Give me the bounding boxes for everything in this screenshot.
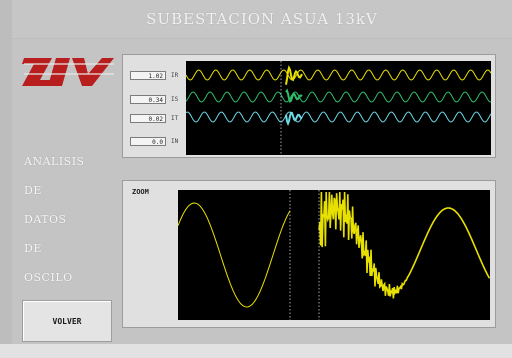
- back-button[interactable]: VOLVER: [22, 300, 112, 342]
- channel-ir-tag: IR: [171, 72, 179, 79]
- side-menu: ANALISIS DE DATOS DE OSCILO: [24, 155, 85, 300]
- channel-it[interactable]: 0.02 IT: [130, 114, 182, 124]
- channel-it-tag: IT: [171, 115, 179, 122]
- channel-ir[interactable]: 1.02 IR: [130, 71, 182, 81]
- channel-in[interactable]: 0.0 IN: [130, 137, 182, 147]
- menu-text-analisis: ANALISIS: [24, 155, 85, 168]
- channel-in-tag: IN: [171, 138, 179, 145]
- menu-text-datos: DATOS: [24, 213, 67, 226]
- overview-oscilloscope[interactable]: [186, 61, 491, 155]
- channel-it-value: 0.02: [130, 114, 166, 123]
- status-strip: [0, 344, 512, 358]
- menu-text-oscilo: OSCILO: [24, 271, 73, 284]
- channel-is-tag: IS: [171, 96, 179, 103]
- channel-is[interactable]: 0.34 IS: [130, 95, 182, 105]
- zoom-oscilloscope[interactable]: [178, 190, 490, 320]
- ziv-logo: [22, 58, 114, 86]
- left-border: [0, 0, 12, 358]
- zoom-label: ZOOM: [132, 188, 149, 196]
- channel-in-value: 0.0: [130, 137, 166, 146]
- window-title: SUBESTACION ASUA 13kV: [12, 0, 512, 39]
- menu-text-de-2: DE: [24, 242, 42, 255]
- menu-text-de: DE: [24, 184, 42, 197]
- channel-is-value: 0.34: [130, 95, 166, 104]
- channel-ir-value: 1.02: [130, 71, 166, 80]
